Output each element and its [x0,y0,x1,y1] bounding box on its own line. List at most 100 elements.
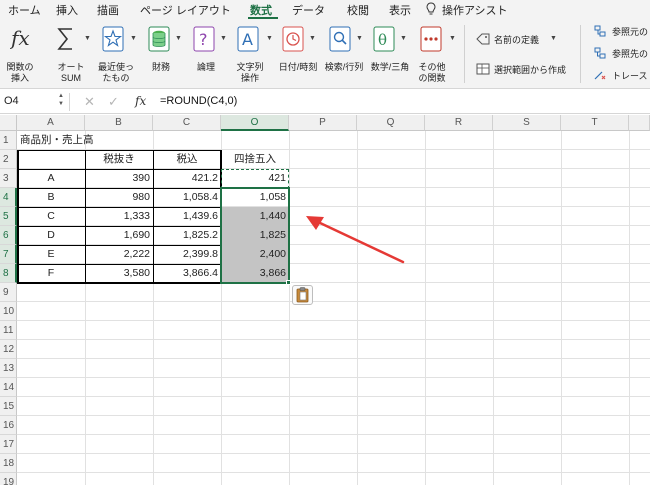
row-header[interactable]: 17 [0,435,17,454]
taxed-cell[interactable]: 421.2 [153,169,221,188]
tab-home[interactable]: ホーム [8,2,41,18]
sheet-title[interactable]: 商品別・売上高 [17,131,153,150]
row-header[interactable]: 7 [0,245,17,264]
svg-text:?: ? [199,30,208,49]
remove-arrows-icon [594,71,606,80]
row-header[interactable]: 6 [0,226,17,245]
row-header[interactable]: 3 [0,169,17,188]
column-header-s[interactable]: S [493,115,561,131]
product-cell[interactable]: F [17,264,85,283]
header-cell[interactable]: 四捨五入 [221,150,289,169]
row-header[interactable]: 12 [0,340,17,359]
tab-insert[interactable]: 挿入 [56,2,78,18]
tab-tell-me[interactable]: 操作アシスト [442,2,508,18]
financial-button[interactable]: ▼ 財務 [145,23,185,85]
formula-input[interactable]: =ROUND(C4,0) [160,95,237,107]
ribbon-separator [464,25,465,83]
row-header[interactable]: 19 [0,473,17,485]
datetime-button[interactable]: ▼ 日付/時刻 [276,23,320,85]
chevron-down-icon: ▼ [130,35,137,42]
paste-options-button[interactable] [292,285,313,305]
tab-review[interactable]: 校閲 [347,2,369,18]
theta-book-icon: θ [373,26,395,52]
logical-button[interactable]: ? ▼ 論理 [188,23,228,85]
taxed-cell[interactable]: 3,866.4 [153,264,221,283]
taxed-cell[interactable]: 2,399.8 [153,245,221,264]
price-cell[interactable]: 1,333 [85,207,153,226]
tab-view[interactable]: 表示 [389,2,411,18]
row-header[interactable]: 9 [0,283,17,302]
tab-formulas[interactable]: 数式 [250,2,272,18]
column-header-q[interactable]: Q [357,115,425,131]
tab-page-layout[interactable]: ページ レイアウト [140,2,231,18]
column-header-c[interactable]: C [153,115,221,131]
row-header[interactable]: 10 [0,302,17,321]
row-header[interactable]: 18 [0,454,17,473]
column-header-b[interactable]: B [85,115,153,131]
row-header[interactable]: 8 [0,264,17,283]
row-header[interactable]: 1 [0,131,17,150]
selection-range[interactable] [220,187,290,284]
tab-draw[interactable]: 描画 [97,2,119,18]
product-cell[interactable]: C [17,207,85,226]
formula-bar: O4 ▲ ▼ ✕ ✓ fx =ROUND(C4,0) [0,90,650,114]
table-border [17,169,222,170]
table-border [17,150,19,284]
math-trig-button[interactable]: θ ▼ 数学/三角 [368,23,412,85]
price-cell[interactable]: 390 [85,169,153,188]
row-header[interactable]: 16 [0,416,17,435]
product-cell[interactable]: E [17,245,85,264]
taxed-cell[interactable]: 1,825.2 [153,226,221,245]
autosum-label: オート SUM [57,62,85,83]
recently-used-button[interactable]: ▼ 最近使っ たもの [96,23,140,85]
table-border [17,264,222,265]
more-functions-button[interactable]: ▼ その他 の関数 [414,23,458,85]
header-cell[interactable]: 税抜き [85,150,153,169]
name-box-stepper-icon[interactable]: ▲ ▼ [58,92,64,108]
text-functions-button[interactable]: A ▼ 文字列 操作 [232,23,276,85]
row-header[interactable]: 4 [0,188,17,207]
lookup-button[interactable]: ▼ 検索/行列 [322,23,366,85]
row-header[interactable]: 2 [0,150,17,169]
ribbon-separator [580,25,581,83]
cancel-icon[interactable]: ✕ [84,94,95,110]
trace-dependents-icon [594,47,606,59]
recently-used-label: 最近使っ たもの [97,62,134,83]
column-header-t[interactable]: T [561,115,629,131]
price-cell[interactable]: 1,690 [85,226,153,245]
clipboard-icon [296,287,309,303]
price-cell[interactable]: 3,580 [85,264,153,283]
autosum-button[interactable]: ▼ オート SUM [50,23,94,85]
column-header-p[interactable]: P [289,115,357,131]
worksheet-grid[interactable]: A B C O P Q R S T 1 2 3 4 5 6 7 8 9 10 1… [0,115,650,485]
header-cell[interactable] [17,150,85,169]
column-header-next[interactable] [629,115,650,131]
function-icon[interactable]: fx [135,94,146,108]
function-icon: fx [10,26,30,50]
row-header[interactable]: 15 [0,397,17,416]
table-border [153,150,154,284]
insert-function-button[interactable]: fx 関数の 挿入 [2,23,38,85]
define-name-label: 名前の定義 [494,35,540,45]
chevron-down-icon: ▼ [356,35,363,42]
column-header-r[interactable]: R [425,115,493,131]
product-cell[interactable]: D [17,226,85,245]
row-header[interactable]: 11 [0,321,17,340]
product-cell[interactable]: A [17,169,85,188]
product-cell[interactable]: B [17,188,85,207]
column-header-a[interactable]: A [17,115,85,131]
header-cell[interactable]: 税込 [153,150,221,169]
taxed-cell[interactable]: 1,058.4 [153,188,221,207]
row-header[interactable]: 5 [0,207,17,226]
taxed-cell[interactable]: 1,439.6 [153,207,221,226]
row-header[interactable]: 14 [0,378,17,397]
column-header-o[interactable]: O [221,115,289,131]
row-header[interactable]: 13 [0,359,17,378]
tab-data[interactable]: データ [292,2,325,18]
fill-handle[interactable] [286,280,291,285]
select-all-corner[interactable] [0,115,17,131]
price-cell[interactable]: 2,222 [85,245,153,264]
chevron-down-icon: ▼ [400,35,407,42]
price-cell[interactable]: 980 [85,188,153,207]
confirm-icon[interactable]: ✓ [108,94,119,110]
